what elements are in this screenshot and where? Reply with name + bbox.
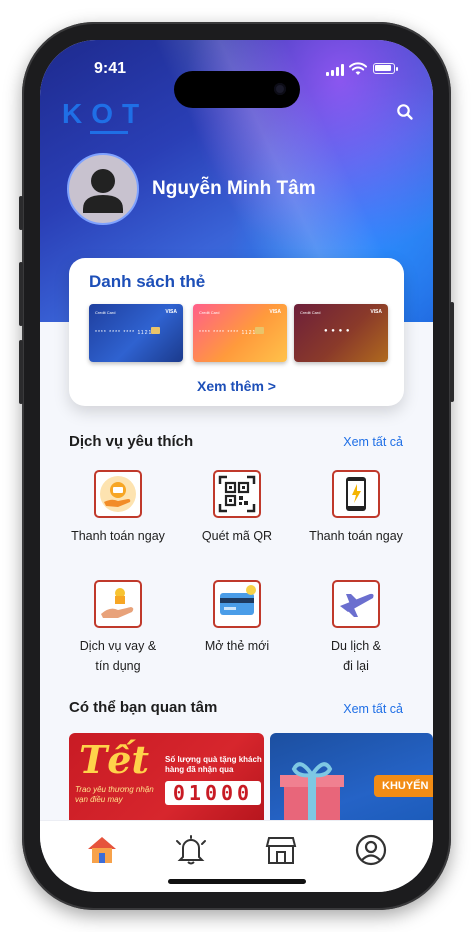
banner-subtitle: Số lượng quà tặng khách hàng đã nhận qua	[165, 755, 262, 774]
service-label: Dịch vụ vay & tín dụng	[53, 636, 183, 676]
chip-icon	[151, 327, 160, 334]
new-card-icon	[213, 580, 261, 628]
service-mobile-payment[interactable]: Thanh toán ngay	[291, 470, 421, 546]
card-brand: VISA	[269, 309, 281, 315]
service-label-line2: đi lại	[343, 659, 369, 673]
app-screen: 9:41 KOT Nguyễn Minh Tâm Danh sách thẻ C…	[40, 40, 433, 892]
credit-card-blue[interactable]: Credit Card VISA **** **** **** 1121	[89, 304, 183, 362]
banner-headline: Tết	[79, 737, 150, 782]
card-list-title: Danh sách thẻ	[89, 272, 206, 291]
volume-up-button	[19, 262, 23, 326]
power-button	[450, 302, 454, 402]
interest-see-all-link[interactable]: Xem tất cả	[343, 702, 403, 716]
service-label-line1: Du lịch &	[330, 639, 382, 653]
card-number: **** **** **** 1121	[199, 330, 257, 336]
service-label: Mở thẻ mới	[204, 639, 270, 653]
status-bar: 9:41	[40, 60, 433, 108]
loan-icon	[94, 580, 142, 628]
card-brand: VISA	[165, 309, 177, 315]
bell-icon[interactable]	[174, 833, 208, 867]
airplane-icon	[332, 580, 380, 628]
dynamic-island	[174, 71, 300, 108]
home-indicator[interactable]	[168, 879, 306, 884]
service-qr[interactable]: Quét mã QR	[172, 470, 302, 546]
card-label: Credit Card	[300, 310, 321, 315]
wifi-icon	[349, 62, 367, 75]
user-silhouette-icon	[83, 169, 123, 213]
service-label-line2: tín dụng	[95, 659, 141, 673]
payment-hand-icon	[94, 470, 142, 518]
credit-card-maroon[interactable]: Credit Card VISA ● ● ● ●	[294, 304, 388, 362]
search-icon[interactable]	[395, 102, 415, 122]
card-list-panel: Danh sách thẻ Credit Card VISA **** ****…	[69, 258, 404, 406]
chip-icon	[255, 327, 264, 334]
see-more-link[interactable]: Xem thêm >	[69, 378, 404, 394]
service-payment[interactable]: Thanh toán ngay	[53, 470, 183, 546]
credit-card-orange[interactable]: Credit Card VISA **** **** **** 1121	[193, 304, 287, 362]
promotion-banner[interactable]: KHUYẾN	[270, 733, 433, 833]
banner-counter: 01000	[165, 781, 261, 805]
volume-down-button	[19, 340, 23, 404]
banner-tagline: Trao yêu thương nhận vạn điều may	[75, 785, 154, 804]
battery-icon	[373, 63, 398, 74]
profile-icon[interactable]	[354, 833, 388, 867]
signal-icon	[326, 64, 344, 76]
service-travel[interactable]: Du lịch & đi lại	[291, 580, 421, 676]
favorites-see-all-link[interactable]: Xem tất cả	[343, 435, 403, 449]
tet-promo-banner[interactable]: Tết Trao yêu thương nhận vạn điều may Số…	[69, 733, 264, 833]
user-name: Nguyễn Minh Tâm	[152, 178, 316, 199]
status-time: 9:41	[94, 60, 127, 77]
service-label: Quét mã QR	[201, 529, 273, 543]
service-label: Thanh toán ngay	[71, 529, 165, 543]
avatar[interactable]	[67, 153, 139, 225]
interest-title: Có thể bạn quan tâm	[69, 699, 218, 716]
service-loan[interactable]: Dịch vụ vay & tín dụng	[53, 580, 183, 676]
promo-badge: KHUYẾN	[374, 775, 433, 797]
service-label: Du lịch & đi lại	[291, 636, 421, 676]
app-logo: KOT	[62, 98, 149, 129]
card-label: Credit Card	[95, 310, 116, 315]
service-new-card[interactable]: Mở thẻ mới	[172, 580, 302, 656]
card-number: **** **** **** 1121	[95, 330, 153, 336]
card-number: ● ● ● ●	[324, 328, 351, 334]
card-label: Credit Card	[199, 310, 220, 315]
gift-box-icon	[280, 762, 344, 827]
mobile-payment-icon	[332, 470, 380, 518]
card-brand: VISA	[370, 309, 382, 315]
camera-icon	[274, 83, 286, 95]
store-icon[interactable]	[264, 833, 298, 867]
action-button	[19, 196, 23, 230]
home-icon[interactable]	[85, 833, 119, 867]
logo-underline	[90, 131, 128, 134]
qr-code-icon	[213, 470, 261, 518]
favorites-title: Dịch vụ yêu thích	[69, 433, 194, 450]
service-label: Thanh toán ngay	[309, 529, 403, 543]
service-label-line1: Dịch vụ vay &	[79, 639, 157, 653]
